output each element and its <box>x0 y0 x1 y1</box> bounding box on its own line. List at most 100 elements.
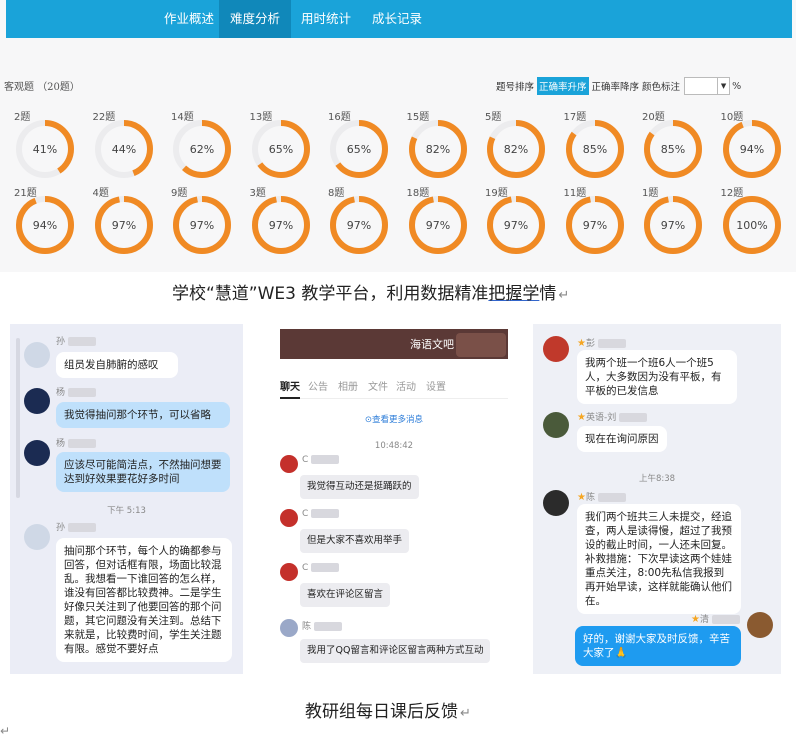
avatar <box>280 455 298 473</box>
accuracy-ring[interactable]: 3题 97% <box>250 184 310 254</box>
tab-notice[interactable]: 公告 <box>308 378 328 393</box>
avatar <box>24 342 50 368</box>
user-name: ★陈 <box>577 490 626 503</box>
accuracy-ring[interactable]: 10题 94% <box>721 108 781 178</box>
accuracy-ring[interactable]: 15题 82% <box>407 108 467 178</box>
ring-chart: 62% <box>173 120 231 178</box>
user-name: ★彭 <box>577 336 626 349</box>
chat-timestamp: 上午8:38 <box>638 474 676 484</box>
chat-panel-middle: 海语文吧 聊天 公告 相册 文件 活动 设置 ⊙查看更多消息 10:48:42 … <box>280 329 508 669</box>
avatar <box>24 388 50 414</box>
chat-bubble: 好的，谢谢大家及时反馈，辛苦大家了🙏 <box>575 626 741 666</box>
accuracy-ring[interactable]: 8题 97% <box>328 184 388 254</box>
tab-overview[interactable]: 作业概述 <box>153 0 225 38</box>
star-icon: ★ <box>577 412 586 423</box>
tab-files[interactable]: 文件 <box>368 378 388 393</box>
tab-album[interactable]: 相册 <box>338 378 358 393</box>
user-name: ★英语-刘 <box>577 410 648 423</box>
chat-panel-right: ★彭 我两个班一个班6人一个班5人，大多数因为没有平板，有平板的已发信息 ★英语… <box>533 324 781 674</box>
tab-growth[interactable]: 成长记录 <box>361 0 433 38</box>
accuracy-ring[interactable]: 13题 65% <box>250 108 310 178</box>
accuracy-ring[interactable]: 19题 97% <box>485 184 545 254</box>
ring-chart: 82% <box>408 120 467 178</box>
user-name: C <box>302 563 340 573</box>
return-mark-icon: ↵ <box>460 706 471 721</box>
tab-settings[interactable]: 设置 <box>426 378 446 393</box>
group-tabs: 聊天 公告 相册 文件 活动 设置 <box>280 373 508 399</box>
avatar <box>280 563 298 581</box>
accuracy-ring[interactable]: 5题 82% <box>485 108 545 178</box>
tab-difficulty[interactable]: 难度分析 <box>219 0 291 38</box>
color-threshold-input[interactable] <box>684 77 719 95</box>
chat-bubble: 我两个班一个班6人一个班5人，大多数因为没有平板，有平板的已发信息 <box>577 350 737 404</box>
color-mark-label: 颜色标注 <box>642 82 681 93</box>
difficulty-dashboard: 作业概述 难度分析 用时统计 成长记录 客观题 （20题） 题号排序 正确率升序… <box>0 0 796 272</box>
caption-top: 学校“慧道”WE3 教学平台，利用数据精准把握学情 ↵ <box>172 279 569 304</box>
accuracy-ring[interactable]: 9题 97% <box>171 184 231 254</box>
accuracy-ring[interactable]: 2题 41% <box>14 108 74 178</box>
user-name: 杨 <box>56 436 97 449</box>
accuracy-ring[interactable]: 18题 97% <box>407 184 467 254</box>
chat-bubble: 我用了QQ留言和评论区留言两种方式互动 <box>300 639 491 663</box>
user-name: 孙 <box>56 334 97 347</box>
accuracy-ring[interactable]: 22题 44% <box>93 108 153 178</box>
ring-chart: 97% <box>173 196 231 254</box>
ring-chart: 82% <box>487 120 545 178</box>
ring-percent: 65% <box>268 143 292 156</box>
chat-bubble: 但是大家不喜欢用举手 <box>300 529 410 553</box>
ring-percent: 97% <box>190 219 214 232</box>
accuracy-ring[interactable]: 14题 62% <box>171 108 231 178</box>
accuracy-ring[interactable]: 16题 65% <box>328 108 388 178</box>
ring-percent: 94% <box>33 219 57 232</box>
ring-chart: 97% <box>644 196 702 254</box>
ring-chart: 100% <box>722 196 781 254</box>
ring-percent: 62% <box>190 143 214 156</box>
tab-time-stats[interactable]: 用时统计 <box>290 0 362 38</box>
ring-chart: 97% <box>94 196 153 254</box>
avatar <box>280 619 298 637</box>
star-icon: ★ <box>577 492 586 503</box>
tab-events[interactable]: 活动 <box>396 378 416 393</box>
ring-chart: 65% <box>330 120 388 178</box>
ring-chart: 85% <box>565 120 624 178</box>
user-name: 孙 <box>56 520 97 533</box>
tab-chat[interactable]: 聊天 <box>280 378 300 399</box>
ring-chart: 44% <box>94 120 153 178</box>
sort-desc-button[interactable]: 正确率降序 <box>592 79 640 93</box>
ring-chart: 97% <box>408 196 467 254</box>
accuracy-ring[interactable]: 17题 85% <box>564 108 624 178</box>
avatar <box>543 490 569 516</box>
accuracy-ring[interactable]: 11题 97% <box>564 184 624 254</box>
return-mark-icon: ↵ <box>558 288 570 303</box>
ring-chart: 97% <box>251 196 310 254</box>
ring-percent: 97% <box>347 219 371 232</box>
chat-bubble: 喜欢在评论区留言 <box>300 583 391 607</box>
user-name: 陈 <box>302 619 343 632</box>
sort-by-number[interactable]: 题号排序 <box>496 79 534 93</box>
ring-chart: 94% <box>722 120 781 178</box>
avatar <box>747 612 773 638</box>
page: 作业概述 难度分析 用时统计 成长记录 客观题 （20题） 题号排序 正确率升序… <box>0 0 796 741</box>
ring-percent: 44% <box>111 143 135 156</box>
group-title: 海语文吧 <box>410 338 454 351</box>
sort-asc-button[interactable]: 正确率升序 <box>537 77 589 95</box>
accuracy-ring[interactable]: 4题 97% <box>93 184 153 254</box>
chat-bubble: 抽问那个环节，每个人的确都参与回答，但对话框有限，场面比较混乱。我想看一下谁回答… <box>56 538 232 662</box>
avatar <box>543 412 569 438</box>
chat-timestamp: 10:48:42 <box>374 441 414 451</box>
accuracy-ring[interactable]: 20题 85% <box>642 108 702 178</box>
avatar <box>280 509 298 527</box>
chevron-down-icon[interactable]: ▼ <box>718 77 731 95</box>
history-icon: ⊙ <box>364 415 373 425</box>
chat-bubble: 应该尽可能简洁点，不然抽问想要达到好效果要花好多时间 <box>56 452 230 492</box>
ring-percent: 41% <box>33 143 57 156</box>
ring-chart: 85% <box>644 120 702 178</box>
accuracy-ring[interactable]: 1题 97% <box>642 184 702 254</box>
accuracy-ring[interactable]: 12题 100% <box>721 184 781 254</box>
ring-percent: 97% <box>111 219 135 232</box>
chat-bubble: 现在在询问原因 <box>577 426 667 452</box>
load-more-link[interactable]: ⊙查看更多消息 <box>280 413 508 425</box>
ring-percent: 97% <box>504 219 528 232</box>
accuracy-ring[interactable]: 21题 94% <box>14 184 74 254</box>
ring-chart: 41% <box>16 120 74 178</box>
